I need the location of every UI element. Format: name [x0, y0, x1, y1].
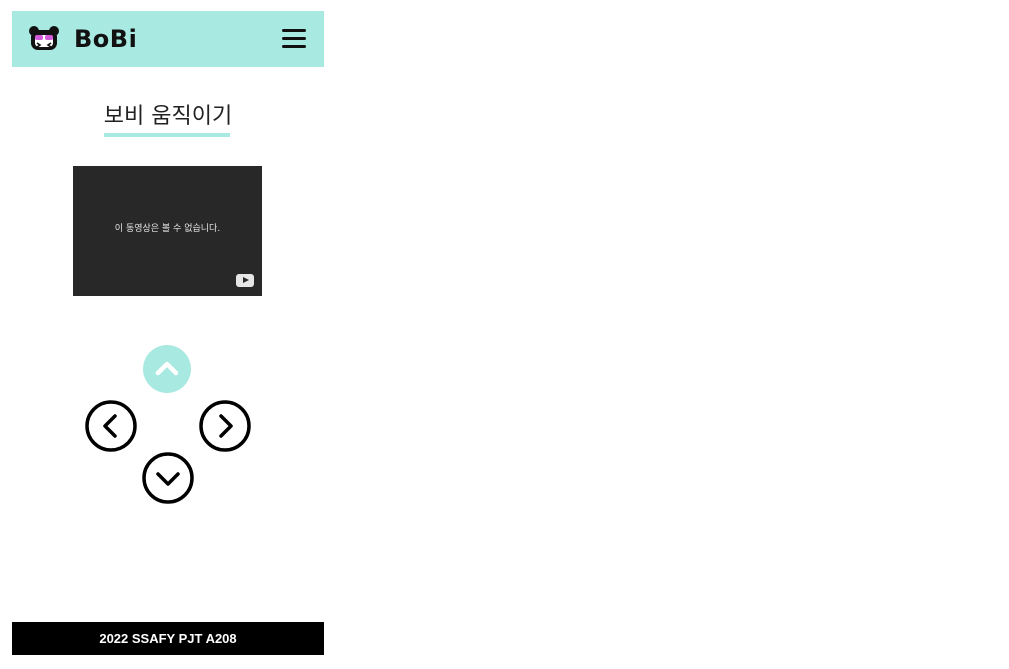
hamburger-menu-button[interactable] [280, 26, 308, 52]
video-unavailable-message: 이 동영상은 볼 수 없습니다. [114, 224, 221, 234]
move-down-button[interactable] [141, 451, 195, 505]
header-bar: BoBi [12, 11, 324, 67]
brand-name[interactable]: BoBi [74, 25, 137, 53]
mobile-app: BoBi 보비 움직이기 이 동영상은 볼 수 없습니다. 2022 SSAFY… [12, 11, 324, 655]
menu-bar-line [282, 37, 306, 40]
move-right-button[interactable] [198, 399, 252, 453]
menu-bar-line [282, 29, 306, 32]
panda-logo-icon[interactable] [29, 26, 59, 52]
page-title-wrap: 보비 움직이기 [12, 103, 324, 131]
youtube-icon[interactable] [236, 274, 254, 287]
footer: 2022 SSAFY PJT A208 [12, 622, 324, 655]
page-title: 보비 움직이기 [103, 104, 233, 129]
video-player[interactable]: 이 동영상은 볼 수 없습니다. [73, 166, 262, 296]
title-underline [104, 133, 230, 137]
move-up-button[interactable] [143, 345, 191, 393]
move-left-button[interactable] [84, 399, 138, 453]
menu-bar-line [282, 45, 306, 48]
